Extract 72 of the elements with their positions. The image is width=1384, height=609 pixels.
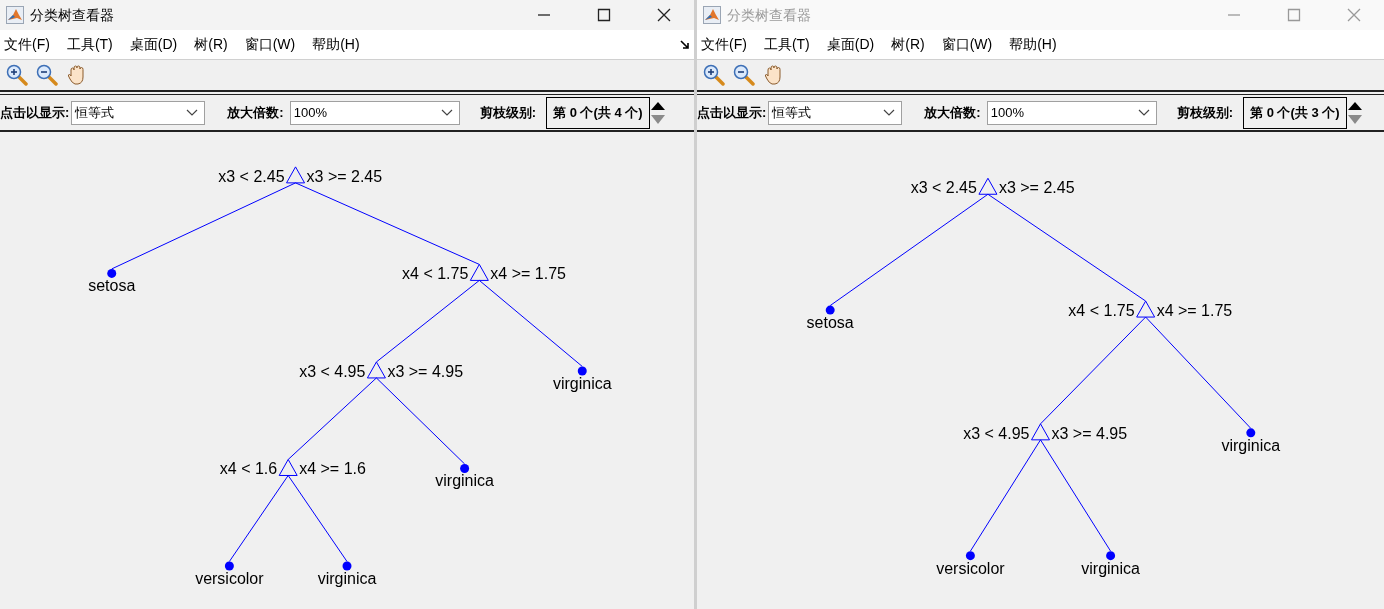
- field-label: 放大倍数:: [924, 103, 981, 122]
- leaf-class-label: virginica: [317, 570, 377, 587]
- app-logo-icon: [6, 6, 24, 24]
- split-condition-label: x3 >= 2.45: [306, 167, 383, 185]
- leaf-class-label: virginica: [552, 374, 612, 392]
- leaf-class-label: versicolor: [936, 559, 1005, 577]
- menu-item[interactable]: 树(R): [891, 34, 925, 55]
- leaf-node-dot: [460, 464, 470, 473]
- menu-item[interactable]: 帮助(H): [1009, 34, 1057, 55]
- split-condition-label: x3 < 2.45: [910, 179, 977, 197]
- split-node-marker: [366, 361, 386, 379]
- split-condition-label: x3 < 4.95: [299, 362, 366, 380]
- field-label: 点击以显示:: [0, 103, 70, 122]
- leaf-class-label: virginica: [435, 472, 494, 490]
- leaf-class-label: virginica: [1081, 559, 1140, 577]
- split-condition-label: x4 < 1.6: [219, 460, 278, 478]
- split-condition-label: x4 < 1.75: [402, 265, 469, 283]
- field-label: 放大倍数:: [227, 103, 284, 122]
- split-condition-label: x3 >= 4.95: [387, 362, 464, 380]
- leaf-node-dot: [577, 366, 587, 376]
- prune-level-field[interactable]: 第 0 个(共 3 个): [1243, 96, 1347, 129]
- magnification-dropdown[interactable]: 100%: [289, 100, 460, 125]
- leaf-class-label: setosa: [88, 277, 136, 295]
- leaf-node-dot: [342, 561, 352, 571]
- menu-item[interactable]: 帮助(H): [312, 34, 360, 55]
- leaf-node-dot: [825, 305, 835, 315]
- app-logo-icon: [703, 6, 721, 24]
- display-dropdown[interactable]: 恒等式: [768, 100, 903, 125]
- leaf-node-dot: [224, 561, 234, 571]
- leaf-node-dot: [965, 551, 975, 561]
- dock-arrow-icon: [680, 39, 690, 50]
- prune-level-field[interactable]: 第 0 个(共 4 个): [546, 96, 650, 129]
- menu-item[interactable]: 桌面(D): [129, 34, 178, 55]
- menu-item[interactable]: 工具(T): [66, 34, 113, 55]
- split-node-marker: [278, 459, 298, 476]
- split-condition-label: x4 >= 1.75: [490, 265, 566, 283]
- menu-item[interactable]: 窗口(W): [244, 34, 296, 55]
- menu-item[interactable]: 工具(T): [763, 34, 810, 55]
- magnification-dropdown[interactable]: 100%: [986, 100, 1157, 125]
- leaf-class-label: virginica: [1221, 436, 1281, 454]
- split-node-marker: [469, 263, 489, 281]
- window-title: 分类树查看器: [727, 5, 811, 25]
- leaf-class-label: versicolor: [195, 570, 264, 587]
- split-condition-label: x4 >= 1.6: [299, 460, 366, 478]
- display-dropdown[interactable]: 恒等式: [71, 100, 206, 125]
- split-condition-label: x3 < 4.95: [963, 424, 1030, 442]
- split-node-marker: [978, 177, 998, 195]
- leaf-node-dot: [1246, 428, 1256, 438]
- field-label: 点击以显示:: [697, 103, 767, 122]
- leaf-node-dot: [1106, 551, 1116, 561]
- dropdown-caret-icon: [440, 108, 453, 117]
- dropdown-caret-icon: [1137, 108, 1150, 117]
- leaf-class-label: setosa: [806, 314, 854, 332]
- field-label: 剪枝级别:: [1176, 103, 1234, 122]
- split-node-marker: [1136, 300, 1156, 318]
- menu-item[interactable]: 树(R): [194, 34, 228, 55]
- menu-item[interactable]: 桌面(D): [826, 34, 875, 55]
- dropdown-caret-icon: [883, 108, 896, 117]
- menu-item[interactable]: 文件(F): [4, 34, 50, 55]
- split-condition-label: x3 < 2.45: [218, 167, 285, 185]
- window-title: 分类树查看器: [30, 5, 114, 25]
- field-label: 剪枝级别:: [479, 103, 537, 122]
- leaf-node-dot: [107, 268, 117, 278]
- split-node-marker: [286, 166, 306, 184]
- menu-item[interactable]: 窗口(W): [941, 34, 993, 55]
- split-condition-label: x3 >= 4.95: [1051, 424, 1128, 442]
- dropdown-caret-icon: [186, 108, 199, 117]
- menu-item[interactable]: 文件(F): [701, 34, 747, 55]
- split-node-marker: [1031, 423, 1050, 441]
- split-condition-label: x3 >= 2.45: [998, 179, 1075, 197]
- split-condition-label: x4 >= 1.75: [1156, 302, 1233, 320]
- split-condition-label: x4 < 1.75: [1068, 302, 1135, 320]
